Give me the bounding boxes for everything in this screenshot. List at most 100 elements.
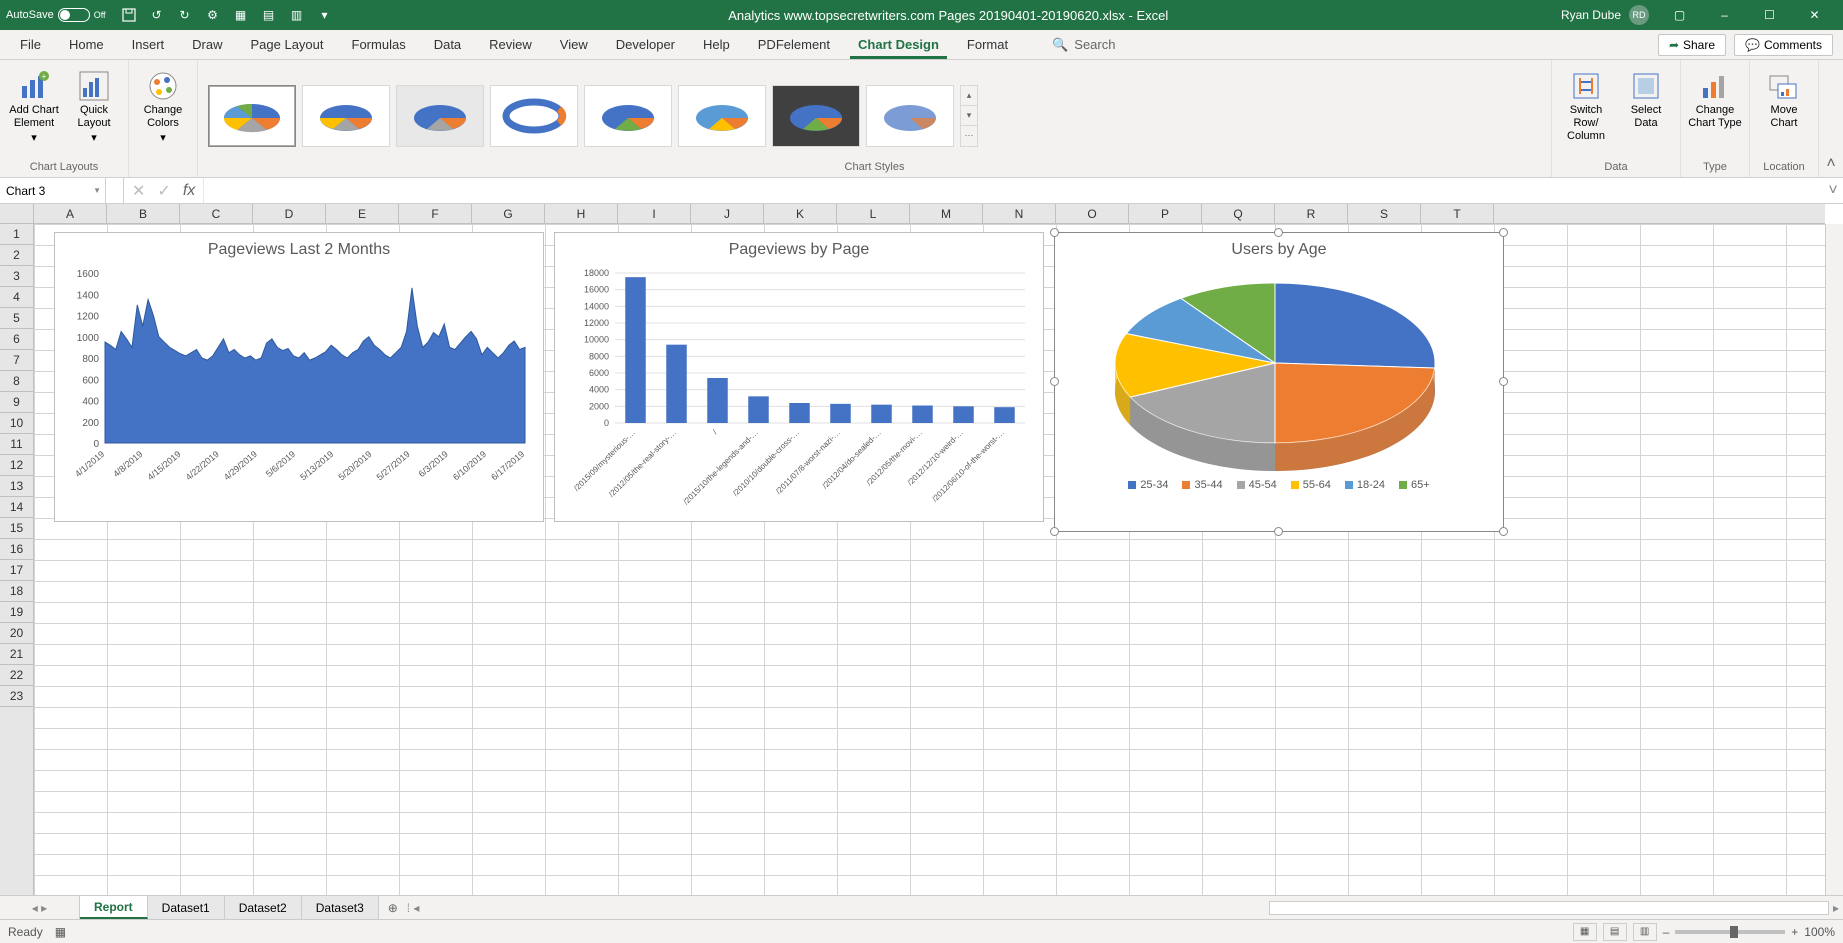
chart-styles-more[interactable]: ▴▾⋯ [960, 85, 978, 147]
row-header[interactable]: 16 [0, 539, 33, 560]
column-header[interactable]: D [253, 204, 326, 223]
move-chart-button[interactable]: Move Chart [1756, 64, 1812, 130]
row-header[interactable]: 11 [0, 434, 33, 455]
tab-insert[interactable]: Insert [118, 30, 179, 59]
collapse-ribbon-icon[interactable]: ˄ [1819, 60, 1843, 177]
qat-item-icon[interactable]: ▤ [258, 4, 280, 26]
qat-item-icon[interactable]: ▾ [314, 4, 336, 26]
column-header[interactable]: N [983, 204, 1056, 223]
qat-item-icon[interactable]: ⚙ [202, 4, 224, 26]
row-header[interactable]: 3 [0, 266, 33, 287]
column-header[interactable]: H [545, 204, 618, 223]
chart-users-age[interactable]: Users by Age 25-3435-4445-5455-6418-2465… [1054, 232, 1504, 532]
row-header[interactable]: 18 [0, 581, 33, 602]
selection-handle[interactable] [1050, 228, 1059, 237]
row-header[interactable]: 7 [0, 350, 33, 371]
sheet-tab-dataset1[interactable]: Dataset1 [148, 896, 225, 919]
column-header[interactable]: K [764, 204, 837, 223]
row-header[interactable]: 21 [0, 644, 33, 665]
tab-formulas[interactable]: Formulas [338, 30, 420, 59]
selection-handle[interactable] [1499, 228, 1508, 237]
tab-home[interactable]: Home [55, 30, 118, 59]
row-header[interactable]: 2 [0, 245, 33, 266]
selection-handle[interactable] [1274, 527, 1283, 536]
row-header[interactable]: 12 [0, 455, 33, 476]
sheet-nav[interactable]: ◂ ▸ [0, 896, 80, 919]
column-header[interactable]: P [1129, 204, 1202, 223]
qat-item-icon[interactable]: ▥ [286, 4, 308, 26]
column-header[interactable]: J [691, 204, 764, 223]
row-header[interactable]: 14 [0, 497, 33, 518]
selection-handle[interactable] [1499, 527, 1508, 536]
close-icon[interactable]: ✕ [1792, 0, 1837, 30]
row-header[interactable]: 15 [0, 518, 33, 539]
horizontal-scrollbar[interactable]: ⁞ ◂▸ [407, 896, 1843, 919]
worksheet-grid[interactable]: ABCDEFGHIJKLMNOPQRST 1234567891011121314… [0, 204, 1843, 919]
redo-icon[interactable]: ↻ [174, 4, 196, 26]
zoom-in-button[interactable]: + [1791, 925, 1798, 939]
page-break-view-button[interactable]: ▥ [1633, 923, 1657, 941]
change-colors-button[interactable]: Change Colors▾ [135, 64, 191, 146]
zoom-level[interactable]: 100% [1804, 925, 1835, 939]
change-chart-type-button[interactable]: Change Chart Type [1687, 64, 1743, 130]
expand-formula-bar-icon[interactable]: ˅ [1823, 178, 1843, 203]
row-header[interactable]: 22 [0, 665, 33, 686]
vertical-scrollbar[interactable] [1825, 224, 1843, 895]
column-header[interactable]: S [1348, 204, 1421, 223]
normal-view-button[interactable]: ▦ [1573, 923, 1597, 941]
tab-pdfelement[interactable]: PDFelement [744, 30, 844, 59]
tab-view[interactable]: View [546, 30, 602, 59]
selection-handle[interactable] [1050, 527, 1059, 536]
column-header[interactable]: R [1275, 204, 1348, 223]
macro-recording-icon[interactable]: ▦ [55, 925, 66, 939]
tab-page-layout[interactable]: Page Layout [237, 30, 338, 59]
enter-formula-icon[interactable]: ✓ [157, 181, 170, 201]
undo-icon[interactable]: ↺ [146, 4, 168, 26]
selection-handle[interactable] [1499, 377, 1508, 386]
chevron-down-icon[interactable]: ▼ [93, 186, 101, 195]
cancel-formula-icon[interactable]: ✕ [132, 181, 145, 201]
row-header[interactable]: 5 [0, 308, 33, 329]
tell-me-search[interactable]: 🔍 Search [1052, 30, 1115, 59]
column-header[interactable]: Q [1202, 204, 1275, 223]
minimize-icon[interactable]: – [1702, 0, 1747, 30]
column-header[interactable]: T [1421, 204, 1494, 223]
column-header[interactable]: E [326, 204, 399, 223]
chart-style-4[interactable] [490, 85, 578, 147]
row-header[interactable]: 8 [0, 371, 33, 392]
tab-draw[interactable]: Draw [178, 30, 236, 59]
sheet-tab-dataset3[interactable]: Dataset3 [302, 896, 379, 919]
comments-button[interactable]: 💬 Comments [1734, 34, 1833, 56]
zoom-slider[interactable] [1675, 930, 1785, 934]
maximize-icon[interactable]: ☐ [1747, 0, 1792, 30]
column-header[interactable]: A [34, 204, 107, 223]
tab-data[interactable]: Data [420, 30, 475, 59]
switch-row-column-button[interactable]: Switch Row/ Column [1558, 64, 1614, 144]
formula-input[interactable] [204, 178, 1823, 203]
name-box[interactable]: Chart 3 ▼ [0, 178, 106, 203]
new-sheet-button[interactable]: ⊕ [379, 896, 407, 919]
column-header[interactable]: F [399, 204, 472, 223]
column-header[interactable]: M [910, 204, 983, 223]
row-header[interactable]: 19 [0, 602, 33, 623]
cells-area[interactable]: Pageviews Last 2 Months 0200400600800100… [34, 224, 1825, 895]
chart-style-8[interactable] [866, 85, 954, 147]
autosave-toggle[interactable]: AutoSave Off [6, 8, 106, 22]
tab-help[interactable]: Help [689, 30, 744, 59]
chart-style-7[interactable] [772, 85, 860, 147]
row-header[interactable]: 6 [0, 329, 33, 350]
column-header[interactable]: O [1056, 204, 1129, 223]
chart-style-2[interactable] [302, 85, 390, 147]
chart-pageviews-months[interactable]: Pageviews Last 2 Months 0200400600800100… [54, 232, 544, 522]
row-header[interactable]: 1 [0, 224, 33, 245]
chart-style-5[interactable] [584, 85, 672, 147]
tab-review[interactable]: Review [475, 30, 546, 59]
select-data-button[interactable]: Select Data [1618, 64, 1674, 130]
selection-handle[interactable] [1050, 377, 1059, 386]
column-header[interactable]: B [107, 204, 180, 223]
row-header[interactable]: 23 [0, 686, 33, 707]
chart-pageviews-page[interactable]: Pageviews by Page 0200040006000800010000… [554, 232, 1044, 522]
qat-item-icon[interactable]: ▦ [230, 4, 252, 26]
row-header[interactable]: 13 [0, 476, 33, 497]
ribbon-display-options-icon[interactable]: ▢ [1657, 0, 1702, 30]
